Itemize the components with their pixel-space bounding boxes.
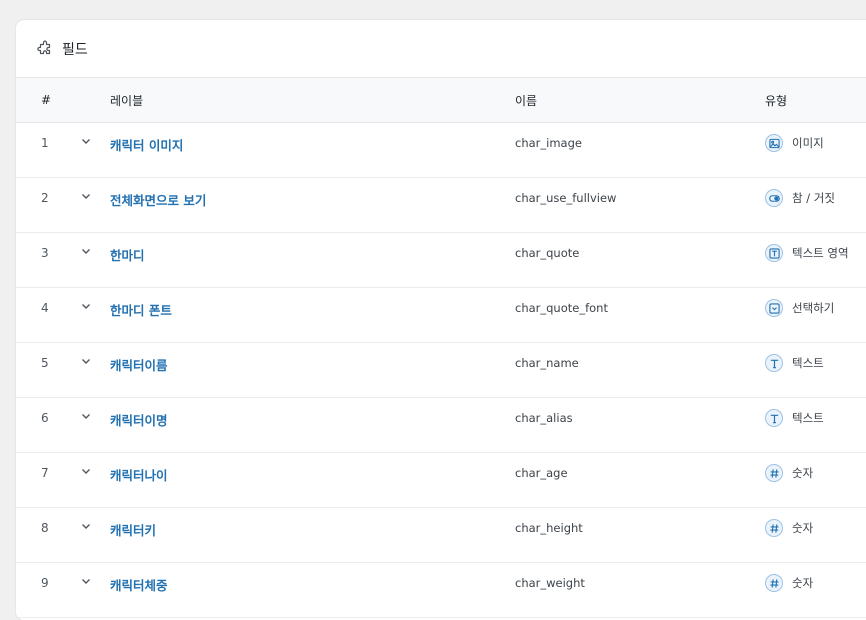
row-number: 5 xyxy=(41,356,49,370)
field-name: char_name xyxy=(515,356,579,370)
row-number: 2 xyxy=(41,191,49,205)
table-row[interactable]: 6 캐릭터이명 char_alias 텍스트 xyxy=(16,398,866,453)
row-number: 1 xyxy=(41,136,49,150)
fields-panel: 필드 # 레이블 이름 유형 1 캐릭터 이미지 char_image 이미지 2 전체화… xyxy=(16,20,866,620)
field-label-link[interactable]: 캐릭터체중 xyxy=(110,575,168,594)
panel-header: 필드 xyxy=(16,20,866,78)
chevron-down-icon[interactable] xyxy=(80,410,92,422)
table-body: 1 캐릭터 이미지 char_image 이미지 2 전체화면으로 보기 char_use_… xyxy=(16,123,866,618)
field-label-link[interactable]: 캐릭터이명 xyxy=(110,410,168,429)
field-label-link[interactable]: 캐릭터키 xyxy=(110,520,156,539)
table-header: # 레이블 이름 유형 xyxy=(16,78,866,123)
image-icon xyxy=(765,134,783,152)
number-icon xyxy=(765,464,783,482)
table-row[interactable]: 5 캐릭터이름 char_name 텍스트 xyxy=(16,343,866,398)
chevron-down-icon[interactable] xyxy=(80,190,92,202)
table-row[interactable]: 2 전체화면으로 보기 char_use_fullview 참 / 거짓 xyxy=(16,178,866,233)
field-type: 참 / 거짓 xyxy=(765,189,835,207)
panel-title: 필드 xyxy=(62,41,88,58)
field-label-link[interactable]: 캐릭터 이미지 xyxy=(110,135,183,154)
field-type: 숫자 xyxy=(765,574,813,592)
field-name: char_age xyxy=(515,466,568,480)
field-type-label: 숫자 xyxy=(792,576,814,590)
field-name: char_use_fullview xyxy=(515,191,617,205)
field-name: char_image xyxy=(515,136,582,150)
chevron-down-icon[interactable] xyxy=(80,300,92,312)
field-type: 이미지 xyxy=(765,134,824,152)
table-row[interactable]: 8 캐릭터키 char_height 숫자 xyxy=(16,508,866,563)
field-type-label: 숫자 xyxy=(792,521,814,535)
number-icon xyxy=(765,519,783,537)
table-row[interactable]: 9 캐릭터체중 char_weight 숫자 xyxy=(16,563,866,618)
chevron-down-icon[interactable] xyxy=(80,465,92,477)
field-label-link[interactable]: 한마디 폰트 xyxy=(110,300,172,319)
table-row[interactable]: 3 한마디 char_quote 텍스트 영역 xyxy=(16,233,866,288)
chevron-down-icon[interactable] xyxy=(80,245,92,257)
chevron-down-icon[interactable] xyxy=(80,135,92,147)
field-label-link[interactable]: 캐릭터이름 xyxy=(110,355,168,374)
textarea-icon xyxy=(765,244,783,262)
field-name: char_height xyxy=(515,521,583,535)
column-header-name: 이름 xyxy=(515,93,538,108)
field-name: char_alias xyxy=(515,411,573,425)
table-row[interactable]: 4 한마디 폰트 char_quote_font 선택하기 xyxy=(16,288,866,343)
puzzle-icon xyxy=(36,40,54,58)
row-number: 6 xyxy=(41,411,49,425)
row-number: 4 xyxy=(41,301,49,315)
column-header-label: 레이블 xyxy=(110,93,144,108)
text-icon xyxy=(765,409,783,427)
row-number: 8 xyxy=(41,521,49,535)
row-number: 3 xyxy=(41,246,49,260)
chevron-down-icon[interactable] xyxy=(80,355,92,367)
text-icon xyxy=(765,354,783,372)
field-name: char_quote xyxy=(515,246,580,260)
field-type-label: 숫자 xyxy=(792,466,814,480)
field-type: 선택하기 xyxy=(765,299,834,317)
table-row[interactable]: 1 캐릭터 이미지 char_image 이미지 xyxy=(16,123,866,178)
field-type-label: 텍스트 영역 xyxy=(792,246,849,260)
field-label-link[interactable]: 한마디 xyxy=(110,245,145,264)
field-type-label: 텍스트 xyxy=(792,411,824,425)
chevron-down-icon[interactable] xyxy=(80,520,92,532)
field-name: char_weight xyxy=(515,576,585,590)
row-number: 7 xyxy=(41,466,49,480)
column-header-type: 유형 xyxy=(765,93,788,108)
field-label-link[interactable]: 캐릭터나이 xyxy=(110,465,168,484)
field-type-label: 텍스트 xyxy=(792,356,824,370)
row-number: 9 xyxy=(41,576,49,590)
field-type: 텍스트 영역 xyxy=(765,244,849,262)
field-type: 숫자 xyxy=(765,464,813,482)
field-name: char_quote_font xyxy=(515,301,608,315)
field-type: 텍스트 xyxy=(765,354,824,372)
table-row[interactable]: 7 캐릭터나이 char_age 숫자 xyxy=(16,453,866,508)
number-icon xyxy=(765,574,783,592)
field-type-label: 참 / 거짓 xyxy=(792,191,835,205)
field-type: 숫자 xyxy=(765,519,813,537)
field-type-label: 이미지 xyxy=(792,136,824,150)
select-icon xyxy=(765,299,783,317)
toggle-icon xyxy=(765,189,783,207)
field-type: 텍스트 xyxy=(765,409,824,427)
chevron-down-icon[interactable] xyxy=(80,575,92,587)
column-header-num: # xyxy=(41,93,52,107)
field-label-link[interactable]: 전체화면으로 보기 xyxy=(110,190,206,209)
field-type-label: 선택하기 xyxy=(792,301,835,315)
